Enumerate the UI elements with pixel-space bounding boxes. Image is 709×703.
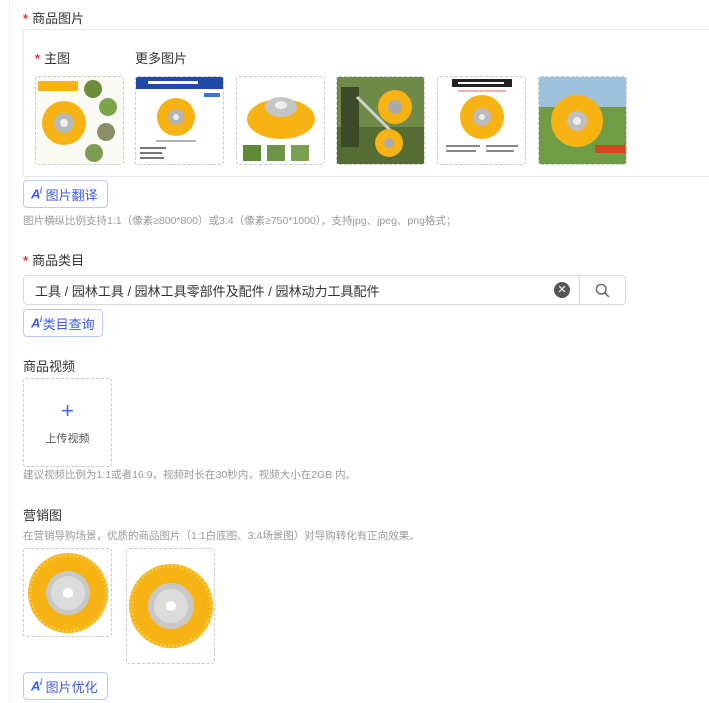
marketing-label: 营销图 [23, 508, 63, 523]
more-image-thumbnail[interactable] [236, 76, 325, 165]
video-hint: 建议视频比例为1:1或者16:9，视频时长在30秒内，视频大小在2GB 内。 [23, 469, 357, 481]
ai-icon: Ai [31, 315, 42, 331]
plus-icon: + [61, 397, 74, 423]
product-images-hint: 图片横纵比例支持1:1（像素≥800*800）或3:4（像素≥750*1000）… [23, 215, 457, 227]
upload-video-button[interactable]: + 上传视频 [23, 378, 112, 467]
more-image-thumbnail[interactable] [538, 76, 627, 165]
category-label: * 商品类目 [23, 253, 85, 268]
ai-category-query-label: 类目查询 [42, 316, 95, 332]
brush-angle-image [237, 77, 324, 164]
brush-scene-image [127, 549, 214, 663]
main-image-label: * 主图 [35, 51, 71, 66]
category-search-button[interactable] [579, 276, 625, 304]
product-images-panel: * 主图 更多图片 [23, 29, 709, 177]
more-images-label: 更多图片 [135, 51, 188, 66]
brush-product-image [36, 77, 123, 164]
ai-category-query-button[interactable]: Ai 类目查询 [23, 309, 103, 337]
required-asterisk: * [23, 11, 29, 26]
required-asterisk: * [35, 51, 41, 66]
more-image-thumbnail[interactable] [135, 76, 224, 165]
ai-image-translate-button[interactable]: Ai 图片翻译 [23, 180, 108, 208]
main-image-thumbnail[interactable] [35, 76, 124, 165]
brush-white-bg-image [24, 549, 111, 636]
ai-image-optimize-button[interactable]: Ai 图片优化 [23, 672, 108, 700]
brush-outdoor-image [539, 77, 626, 164]
marketing-image-portrait[interactable] [126, 548, 215, 664]
ai-image-optimize-label: 图片优化 [45, 679, 98, 695]
brush-dimension-image [136, 77, 223, 164]
ai-icon: Ai [31, 186, 42, 202]
required-asterisk: * [23, 253, 29, 268]
search-icon [595, 283, 610, 297]
more-image-thumbnail[interactable] [437, 76, 526, 165]
product-images-label: * 商品图片 [23, 11, 85, 26]
left-divider [9, 0, 10, 703]
more-image-thumbnail[interactable] [336, 76, 425, 165]
clear-icon[interactable]: ✕ [554, 282, 570, 298]
brush-in-use-image [337, 77, 424, 164]
ai-icon: Ai [31, 678, 42, 694]
ai-image-translate-label: 图片翻译 [45, 187, 98, 203]
marketing-hint: 在营销导购场景，优质的商品图片（1:1白底图、3:4场景图）对导购转化有正向效果… [23, 530, 420, 542]
category-value[interactable]: 工具 / 园林工具 / 园林工具零部件及配件 / 园林动力工具配件 [24, 281, 554, 300]
category-input[interactable]: 工具 / 园林工具 / 园林工具零部件及配件 / 园林动力工具配件 ✕ [23, 275, 626, 305]
brush-spec-image [438, 77, 525, 164]
video-label: 商品视频 [23, 359, 76, 374]
upload-video-label: 上传视频 [45, 432, 90, 445]
marketing-image-square[interactable] [23, 548, 112, 637]
